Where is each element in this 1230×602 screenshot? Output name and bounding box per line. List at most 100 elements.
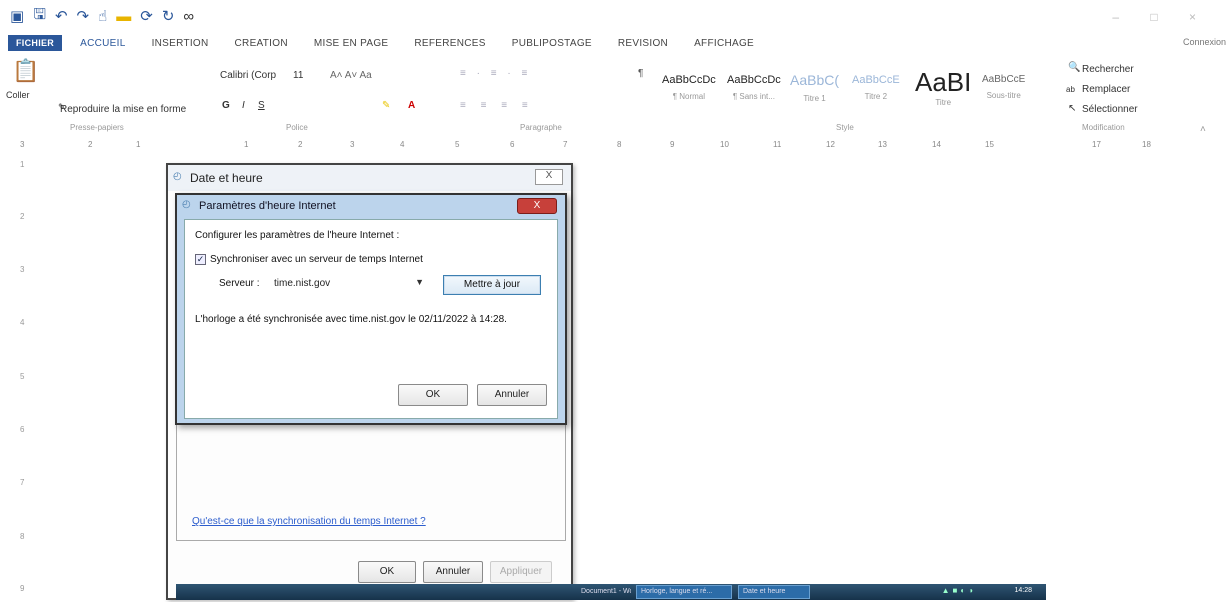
- ribbon-tabs: FICHIER ACCUEIL INSERTION CREATION MISE …: [0, 33, 1230, 53]
- ruler-mark: 9: [670, 140, 675, 149]
- system-tray-icons[interactable]: ▲■◐◑: [942, 586, 976, 595]
- style-heading2[interactable]: AaBbCcE Titre 2: [852, 62, 900, 112]
- paragraph-mark-icon[interactable]: ¶: [638, 68, 643, 79]
- connexion-link[interactable]: Connexion: [1183, 37, 1226, 47]
- server-select[interactable]: time.nist.gov ▼: [269, 275, 429, 293]
- underline-button[interactable]: S: [258, 100, 265, 111]
- ruler-mark: 12: [826, 140, 835, 149]
- style-normal[interactable]: AaBbCcDc ¶ Normal: [662, 62, 716, 112]
- sync-label[interactable]: Synchroniser avec un serveur de temps In…: [210, 254, 423, 265]
- group-label-clipboard: Presse-papiers: [70, 123, 124, 132]
- paste-icon[interactable]: 📋: [12, 58, 39, 84]
- search-button[interactable]: Rechercher: [1082, 64, 1134, 75]
- ruler-mark: 5: [455, 140, 460, 149]
- group-label-edit: Modification: [1082, 123, 1125, 132]
- ruler-mark: 8: [617, 140, 622, 149]
- tab-view[interactable]: AFFICHAGE: [694, 38, 754, 49]
- binoculars-icon[interactable]: ∞: [183, 8, 194, 25]
- chevron-down-icon: ▼: [415, 277, 424, 287]
- ruler-mark: 17: [1092, 140, 1101, 149]
- taskbar-clock[interactable]: 14:28: [1014, 587, 1032, 594]
- binoculars-search-icon: 🔍: [1068, 62, 1081, 73]
- tab-layout[interactable]: MISE EN PAGE: [314, 38, 389, 49]
- tab-review[interactable]: REVISION: [618, 38, 668, 49]
- ruler-mark: 4: [20, 318, 25, 327]
- tab-design[interactable]: CREATION: [235, 38, 288, 49]
- taskbar-item-date-time[interactable]: Date et heure: [738, 585, 810, 599]
- paste-button[interactable]: Coller: [6, 90, 30, 100]
- ruler-mark: 1: [20, 160, 25, 169]
- tab-file[interactable]: FICHIER: [8, 35, 63, 51]
- select-button[interactable]: Sélectionner: [1082, 104, 1138, 115]
- group-label-paragraph: Paragraphe: [520, 123, 562, 132]
- ruler-mark: 8: [20, 532, 25, 541]
- dialog-title: ◴ Paramètres d'heure Internet: [177, 195, 565, 217]
- ok-button[interactable]: OK: [358, 561, 416, 583]
- ruler-mark: 2: [88, 140, 93, 149]
- server-value: time.nist.gov: [274, 278, 331, 289]
- highlight-icon[interactable]: ✎: [382, 100, 390, 111]
- window-controls[interactable]: – □ ×: [1112, 10, 1210, 24]
- undo-icon[interactable]: ↶: [55, 7, 68, 25]
- vertical-ruler: 1 2 3 4 5 6 7 8 9: [0, 150, 40, 602]
- redo-icon[interactable]: ↷: [77, 7, 90, 25]
- style-title[interactable]: AaBI Titre: [915, 62, 971, 112]
- font-name-box[interactable]: Calibri (Corp: [220, 70, 276, 81]
- clock-icon: ◴: [173, 171, 182, 182]
- ruler-mark: 13: [878, 140, 887, 149]
- collapse-ribbon-icon[interactable]: ˄: [1200, 124, 1206, 135]
- ruler-mark: 3: [20, 265, 25, 274]
- save-icon[interactable]: 🖫: [33, 4, 46, 29]
- sync-icon[interactable]: ⟳: [140, 7, 153, 25]
- sync-checkbox[interactable]: ✓: [195, 254, 206, 265]
- ruler-mark: 5: [20, 372, 25, 381]
- replace-icon: ab: [1066, 85, 1075, 94]
- bold-button[interactable]: G: [222, 100, 230, 111]
- taskbar: Document1 - Word Horloge, langue et ré..…: [176, 584, 1046, 600]
- ruler-mark: 14: [932, 140, 941, 149]
- server-label: Serveur :: [219, 278, 260, 289]
- align-icons[interactable]: ≡ ≡ ≡ ≡: [460, 100, 534, 111]
- ruler-mark: 6: [510, 140, 515, 149]
- style-heading1[interactable]: AaBbC( Titre 1: [790, 62, 839, 112]
- ruler-mark: 9: [20, 584, 25, 593]
- ruler-mark: 1: [244, 140, 249, 149]
- touch-icon[interactable]: ☝: [98, 7, 107, 25]
- close-button[interactable]: X: [517, 198, 557, 214]
- taskbar-item-word[interactable]: Document1 - Word: [576, 585, 632, 599]
- cancel-button[interactable]: Annuler: [477, 384, 547, 406]
- word-icon: ▣: [10, 8, 25, 25]
- replace-button[interactable]: Remplacer: [1082, 84, 1130, 95]
- ruler-mark: 4: [400, 140, 405, 149]
- internet-time-help-link[interactable]: Qu'est-ce que la synchronisation du temp…: [192, 516, 426, 527]
- ruler-mark: 3: [350, 140, 355, 149]
- dialog-heading: Configurer les paramètres de l'heure Int…: [195, 230, 400, 241]
- tab-mailings[interactable]: PUBLIPOSTAGE: [512, 38, 592, 49]
- cancel-button[interactable]: Annuler: [423, 561, 483, 583]
- close-button[interactable]: X: [535, 169, 563, 185]
- tab-home[interactable]: ACCUEIL: [80, 38, 125, 49]
- taskbar-item-clock-language[interactable]: Horloge, langue et ré...: [636, 585, 732, 599]
- clock-icon: ◴: [182, 199, 191, 210]
- ok-button[interactable]: OK: [398, 384, 468, 406]
- ruler-mark: 7: [563, 140, 568, 149]
- refresh-icon[interactable]: ↻: [162, 7, 175, 25]
- folder-icon[interactable]: ▬: [116, 8, 131, 25]
- tab-references[interactable]: REFERENCES: [414, 38, 485, 49]
- select-icon: ↖: [1068, 103, 1077, 114]
- ruler-mark: 15: [985, 140, 994, 149]
- style-no-spacing[interactable]: AaBbCcDc ¶ Sans int...: [727, 62, 781, 112]
- list-icons[interactable]: ≡ · ≡ · ≡: [460, 68, 531, 79]
- font-size-box[interactable]: 11: [293, 70, 303, 81]
- ruler-mark: 1: [136, 140, 141, 149]
- update-now-button[interactable]: Mettre à jour: [443, 275, 541, 295]
- format-painter-button[interactable]: Reproduire la mise en forme: [60, 104, 186, 115]
- italic-button[interactable]: I: [242, 100, 245, 111]
- apply-button[interactable]: Appliquer: [490, 561, 552, 583]
- date-time-title: ◴ Date et heure: [168, 165, 571, 191]
- font-tools[interactable]: A˄ A˅ Aa: [330, 70, 372, 81]
- font-color-icon[interactable]: A: [408, 100, 415, 111]
- style-subtitle[interactable]: AaBbCcE Sous-titre: [982, 62, 1025, 112]
- window-title-text: Date et heure: [190, 171, 263, 185]
- tab-insert[interactable]: INSERTION: [152, 38, 209, 49]
